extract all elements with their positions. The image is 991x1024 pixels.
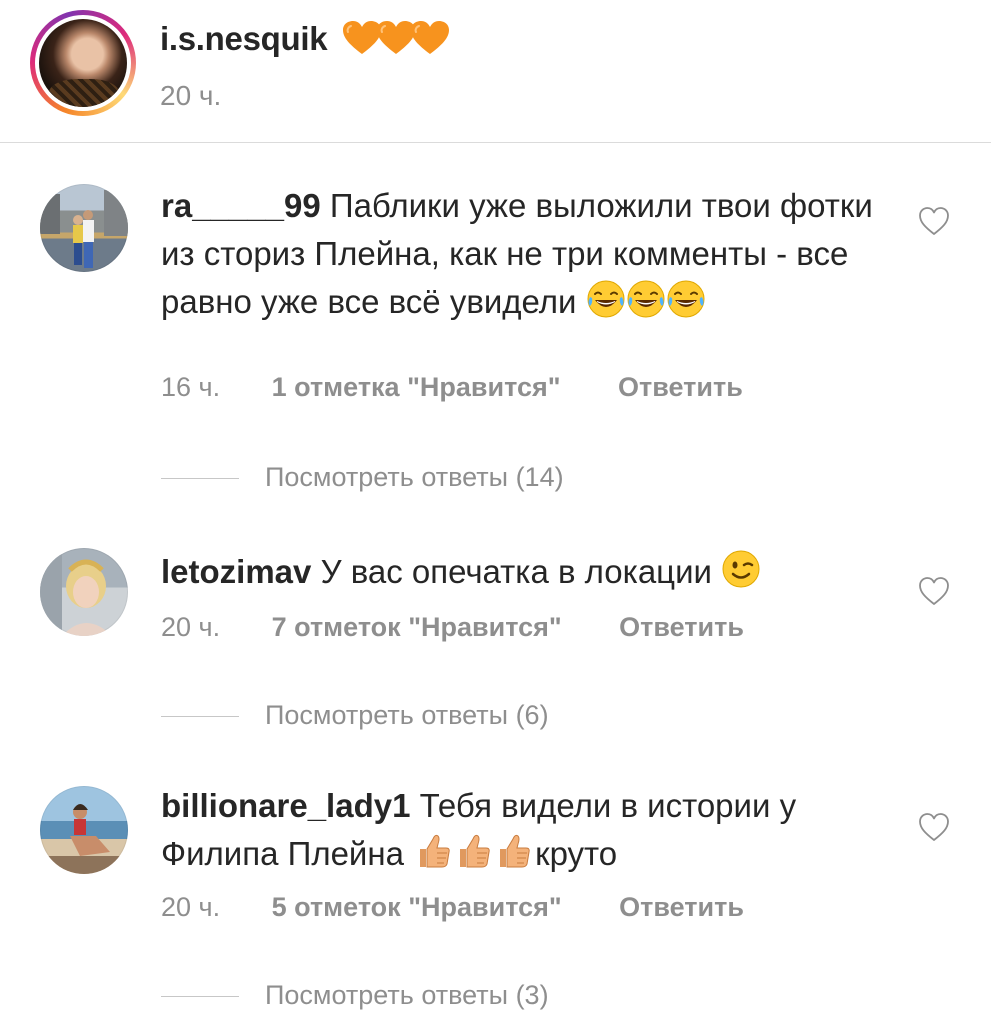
- comment-timestamp: 20 ч.: [161, 612, 221, 642]
- post-header: i.s.nesquik 20 ч.: [0, 0, 991, 142]
- thumbs-up-icon: [413, 831, 453, 871]
- face-with-tears-of-joy-icon: [586, 279, 626, 319]
- avatar[interactable]: [40, 548, 128, 636]
- face-with-tears-of-joy-icon: [666, 279, 706, 319]
- comment-meta: 16 ч. 1 отметка "Нравится" Ответить: [161, 372, 743, 403]
- post-timestamp: 20 ч.: [160, 80, 222, 111]
- divider: [0, 142, 991, 143]
- story-ring-avatar[interactable]: [30, 10, 136, 116]
- comment-meta: 20 ч. 7 отметок "Нравится" Ответить: [161, 612, 744, 643]
- view-replies-button[interactable]: Посмотреть ответы (3): [161, 980, 549, 1011]
- comment-timestamp: 20 ч.: [161, 892, 221, 922]
- comment-username[interactable]: billionare_lady1: [161, 787, 410, 824]
- view-replies-label: Посмотреть ответы (3): [265, 980, 549, 1010]
- like-heart-icon[interactable]: [918, 812, 950, 842]
- like-heart-icon[interactable]: [918, 576, 950, 606]
- avatar-photo: [40, 804, 128, 874]
- face-with-tears-of-joy-icon: [626, 279, 666, 319]
- comment-timestamp: 16 ч.: [161, 372, 221, 402]
- divider: [161, 716, 239, 718]
- comment-username[interactable]: letozimav: [161, 553, 311, 590]
- divider: [161, 478, 239, 480]
- emoji-group: [413, 831, 533, 884]
- reply-button[interactable]: Ответить: [619, 612, 744, 643]
- avatar[interactable]: [40, 786, 128, 874]
- like-heart-icon[interactable]: [918, 206, 950, 236]
- view-replies-label: Посмотреть ответы (6): [265, 700, 549, 730]
- view-replies-button[interactable]: Посмотреть ответы (14): [161, 462, 564, 493]
- orange-heart-icon: [410, 20, 450, 56]
- orange-heart-emoji-group: [342, 20, 444, 64]
- view-replies-label: Посмотреть ответы (14): [265, 462, 564, 492]
- likes-count-button[interactable]: 1 отметка "Нравится": [272, 372, 561, 403]
- post-username[interactable]: i.s.nesquik: [160, 20, 328, 57]
- comment-text-tail: круто: [535, 835, 618, 872]
- likes-count-button[interactable]: 5 отметок "Нравится": [272, 892, 562, 923]
- post-caption: i.s.nesquik: [160, 20, 444, 64]
- comment-text: У вас опечатка в локации: [320, 553, 712, 590]
- winking-face-icon: [721, 549, 761, 602]
- view-replies-button[interactable]: Посмотреть ответы (6): [161, 700, 549, 731]
- comment-username[interactable]: ra_____99: [161, 187, 321, 224]
- likes-count-button[interactable]: 7 отметок "Нравится": [272, 612, 562, 643]
- reply-button[interactable]: Ответить: [618, 372, 743, 403]
- avatar-photo: [40, 548, 112, 636]
- thumbs-up-icon: [493, 831, 533, 871]
- thumbs-up-icon: [453, 831, 493, 871]
- emoji-group: [586, 279, 706, 332]
- reply-button[interactable]: Ответить: [619, 892, 744, 923]
- avatar[interactable]: [40, 184, 128, 272]
- avatar-photo: [40, 190, 128, 268]
- avatar: [39, 19, 127, 107]
- divider: [161, 996, 239, 998]
- comment-meta: 20 ч. 5 отметок "Нравится" Ответить: [161, 892, 744, 923]
